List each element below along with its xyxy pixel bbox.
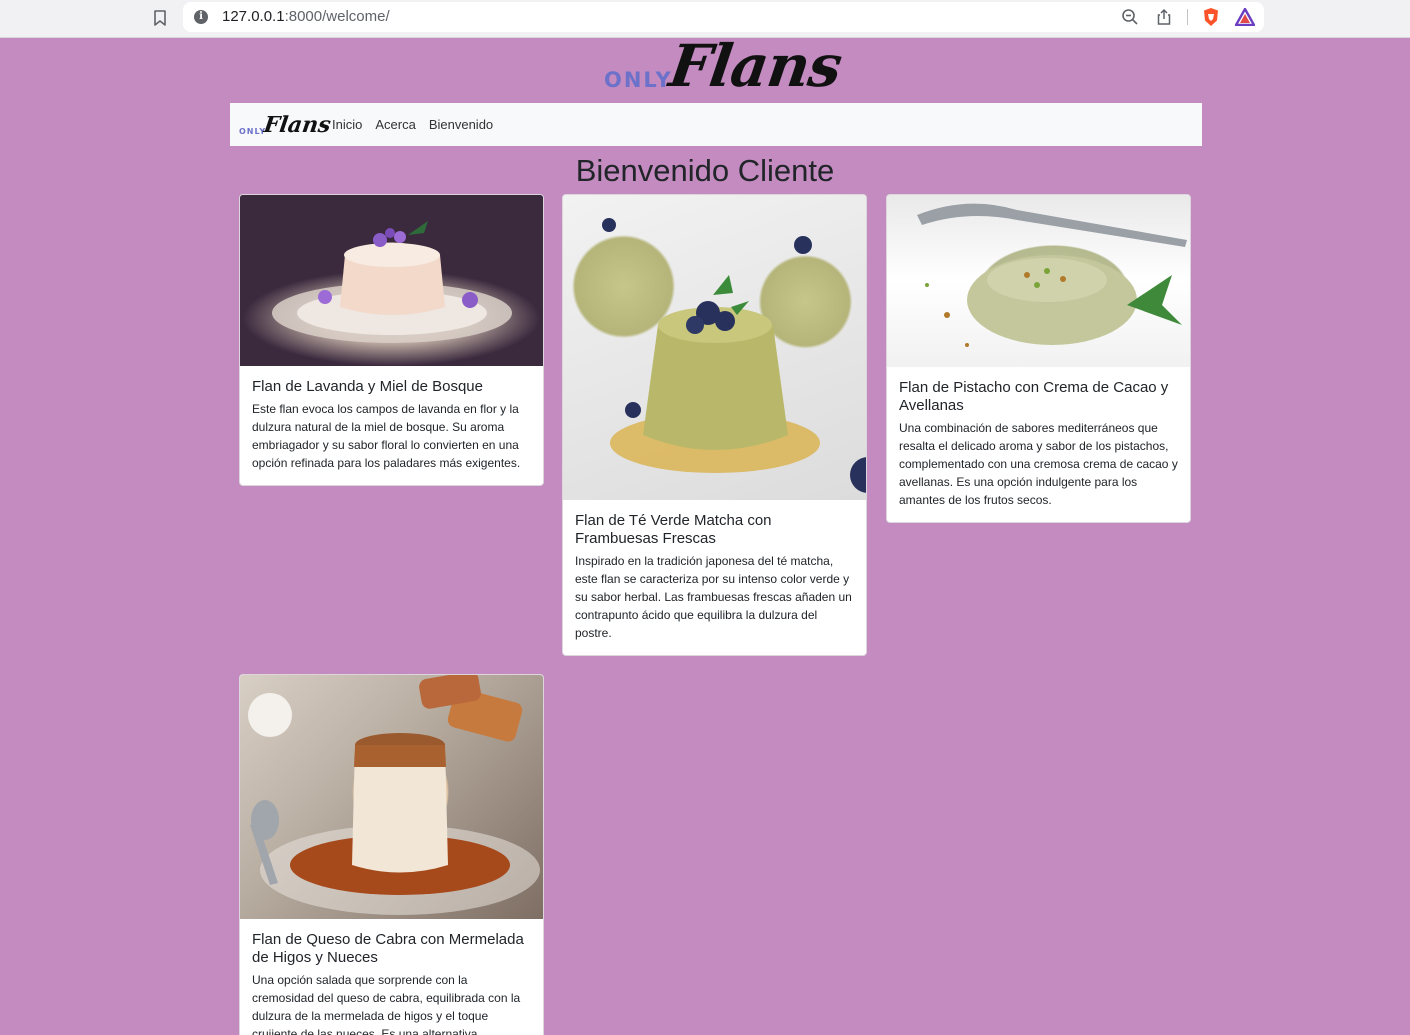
logo-flans-text: Flans xyxy=(665,32,846,100)
flan-card: Flan de Té Verde Matcha con Frambuesas F… xyxy=(562,194,867,656)
bookmark-icon[interactable] xyxy=(150,8,170,28)
url-host: 127.0.0.1 xyxy=(222,8,285,25)
card-text: Este flan evoca los campos de lavanda en… xyxy=(252,402,521,470)
brave-shield-icon[interactable] xyxy=(1200,6,1222,28)
address-bar-actions xyxy=(1107,6,1256,28)
navbar-brand-flans: Flans xyxy=(262,111,333,138)
flan-image-queso-de-cabra xyxy=(240,675,543,919)
flan-image-matcha xyxy=(563,195,866,500)
site-info-icon[interactable]: i xyxy=(194,10,208,24)
address-bar[interactable]: i 127.0.0.1:8000/welcome/ xyxy=(183,2,1264,32)
logo-only-text: ONLY xyxy=(604,68,673,92)
navbar-brand[interactable]: ONLY Flans xyxy=(238,110,332,140)
page-title: Bienvenido Cliente xyxy=(575,153,835,188)
card-title: Flan de Pistacho con Crema de Cacao y Av… xyxy=(899,379,1169,414)
card-title: Flan de Lavanda y Miel de Bosque xyxy=(252,378,483,395)
flan-image-pistacho xyxy=(887,195,1190,367)
card-text: Una opción salada que sorprende con la c… xyxy=(252,973,521,1035)
flan-card: Flan de Pistacho con Crema de Cacao y Av… xyxy=(886,194,1191,523)
flan-image-lavanda xyxy=(240,195,543,366)
site-logo: ONLY Flans xyxy=(600,32,845,102)
card-title: Flan de Queso de Cabra con Mermelada de … xyxy=(252,931,524,966)
zoom-out-icon[interactable] xyxy=(1119,6,1141,28)
card-text: Una combinación de sabores mediterráneos… xyxy=(899,421,1178,507)
nav-link-acerca[interactable]: Acerca xyxy=(375,117,415,133)
brave-rewards-icon[interactable] xyxy=(1234,6,1256,28)
nav-link-inicio[interactable]: Inicio xyxy=(332,117,362,133)
card-title: Flan de Té Verde Matcha con Frambuesas F… xyxy=(575,512,772,547)
card-text: Inspirado en la tradición japonesa del t… xyxy=(575,554,852,640)
flan-card: Flan de Lavanda y Miel de Bosque Este fl… xyxy=(239,194,544,486)
toolbar-separator xyxy=(1187,9,1188,25)
navbar: ONLY Flans Inicio Acerca Bienvenido xyxy=(230,103,1202,146)
share-icon[interactable] xyxy=(1153,6,1175,28)
url-path: :8000/welcome/ xyxy=(284,8,390,25)
nav-link-bienvenido[interactable]: Bienvenido xyxy=(429,117,493,133)
flan-card: Flan de Queso de Cabra con Mermelada de … xyxy=(239,674,544,1035)
url-text[interactable]: 127.0.0.1:8000/welcome/ xyxy=(222,8,390,26)
